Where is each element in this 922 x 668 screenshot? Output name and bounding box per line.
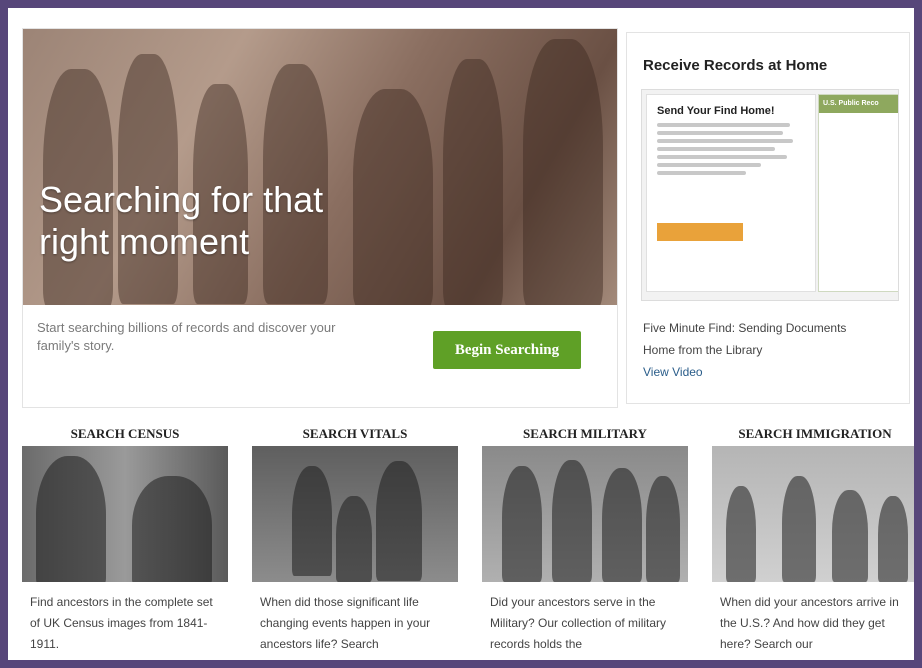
card-description: When did your ancestors arrive in the U.… — [720, 595, 899, 651]
link-line2[interactable]: Home from the Library — [643, 339, 846, 361]
card-search-census[interactable]: SEARCH CENSUS Find ancestors in the comp… — [22, 420, 228, 660]
preview-doc-header: U.S. Public Reco — [819, 95, 898, 113]
preview-button — [657, 223, 743, 241]
card-title[interactable]: SEARCH VITALS — [252, 420, 458, 446]
hero-title-line2: right moment — [39, 221, 250, 262]
hero-photo — [23, 29, 617, 305]
page-frame: Searching for that right moment Start se… — [8, 8, 914, 660]
view-video-link[interactable]: View Video — [643, 365, 703, 379]
card-title[interactable]: SEARCH IMMIGRATION — [712, 420, 914, 446]
card-photo[interactable] — [712, 446, 914, 582]
card-photo[interactable] — [252, 446, 458, 582]
hero-title-line1: Searching for that — [39, 179, 324, 220]
preview-text-lines — [657, 123, 805, 175]
card-title[interactable]: SEARCH CENSUS — [22, 420, 228, 446]
card-title[interactable]: SEARCH MILITARY — [482, 420, 688, 446]
hero-title: Searching for that right moment — [39, 179, 399, 263]
preview-document: U.S. Public Reco — [818, 94, 898, 292]
receive-records-panel: Receive Records at Home Send Your Find H… — [626, 32, 910, 404]
card-photo[interactable] — [482, 446, 688, 582]
send-home-preview-image[interactable]: Send Your Find Home! U.S. Public Reco — [641, 89, 899, 301]
begin-searching-button[interactable]: Begin Searching — [433, 331, 581, 369]
card-description: Did your ancestors serve in the Military… — [490, 595, 667, 651]
panel-links: Five Minute Find: Sending Documents Home… — [643, 317, 846, 383]
link-line1[interactable]: Five Minute Find: Sending Documents — [643, 317, 846, 339]
card-photo[interactable] — [22, 446, 228, 582]
preview-card: Send Your Find Home! — [646, 94, 816, 292]
preview-heading: Send Your Find Home! — [657, 105, 775, 117]
panel-title: Receive Records at Home — [643, 57, 828, 74]
card-description: Find ancestors in the complete set of UK… — [30, 595, 213, 651]
card-description: When did those significant life changing… — [260, 595, 431, 651]
card-search-military[interactable]: SEARCH MILITARY Did your ancestors serve… — [482, 420, 688, 660]
hero-card: Searching for that right moment Start se… — [22, 28, 618, 408]
hero-subtitle: Start searching billions of records and … — [37, 320, 336, 353]
card-search-vitals[interactable]: SEARCH VITALS When did those significant… — [252, 420, 458, 660]
card-search-immigration[interactable]: SEARCH IMMIGRATION When did your ancesto… — [712, 420, 914, 660]
